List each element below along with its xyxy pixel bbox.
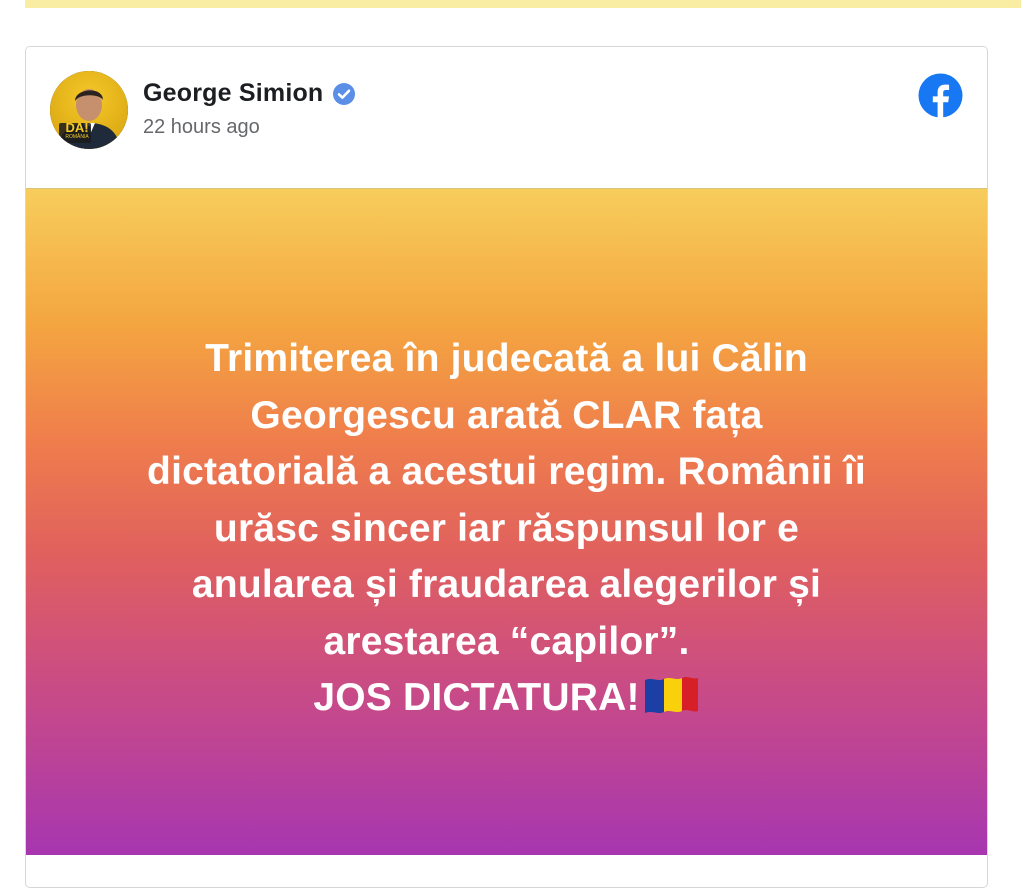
facebook-post-card: DA! ROMÂNIA George Simion 22 hours ago T…	[25, 46, 988, 888]
facebook-icon[interactable]	[918, 73, 963, 118]
post-text-line: Trimiterea în judecată a lui Călin	[205, 337, 808, 381]
avatar-badge-text: DA!	[65, 120, 89, 135]
post-text-line: dictatorială a acestui regim. Românii îi	[147, 450, 866, 494]
author-avatar[interactable]: DA! ROMÂNIA	[50, 71, 128, 149]
post-text-last-line: JOS DICTATURA!	[57, 670, 957, 727]
author-row: George Simion	[143, 79, 356, 108]
romania-flag-icon	[644, 677, 698, 714]
post-text-line: urăsc sincer iar răspunsul lor e	[213, 506, 800, 550]
post-header: DA! ROMÂNIA George Simion 22 hours ago	[26, 47, 987, 189]
avatar-badge-sub: ROMÂNIA	[60, 134, 94, 140]
top-banner	[25, 0, 1021, 8]
post-timestamp[interactable]: 22 hours ago	[143, 116, 260, 139]
author-name[interactable]: George Simion	[143, 79, 323, 108]
avatar-badge-sub-text: ROMÂNIA	[65, 134, 89, 140]
post-text-line: Georgescu arată CLAR fața	[250, 393, 763, 437]
verified-badge-icon	[333, 82, 356, 105]
post-text: Trimiterea în judecată a lui Călin Georg…	[57, 331, 957, 727]
avatar-badge: DA!	[62, 121, 92, 134]
post-text-line: anularea și fraudarea alegerilor și	[191, 563, 822, 607]
post-text-line: arestarea “capilor”.	[323, 619, 690, 663]
post-text-slogan: JOS DICTATURA!	[313, 676, 640, 720]
post-background-text: Trimiterea în judecată a lui Călin Georg…	[26, 189, 987, 855]
